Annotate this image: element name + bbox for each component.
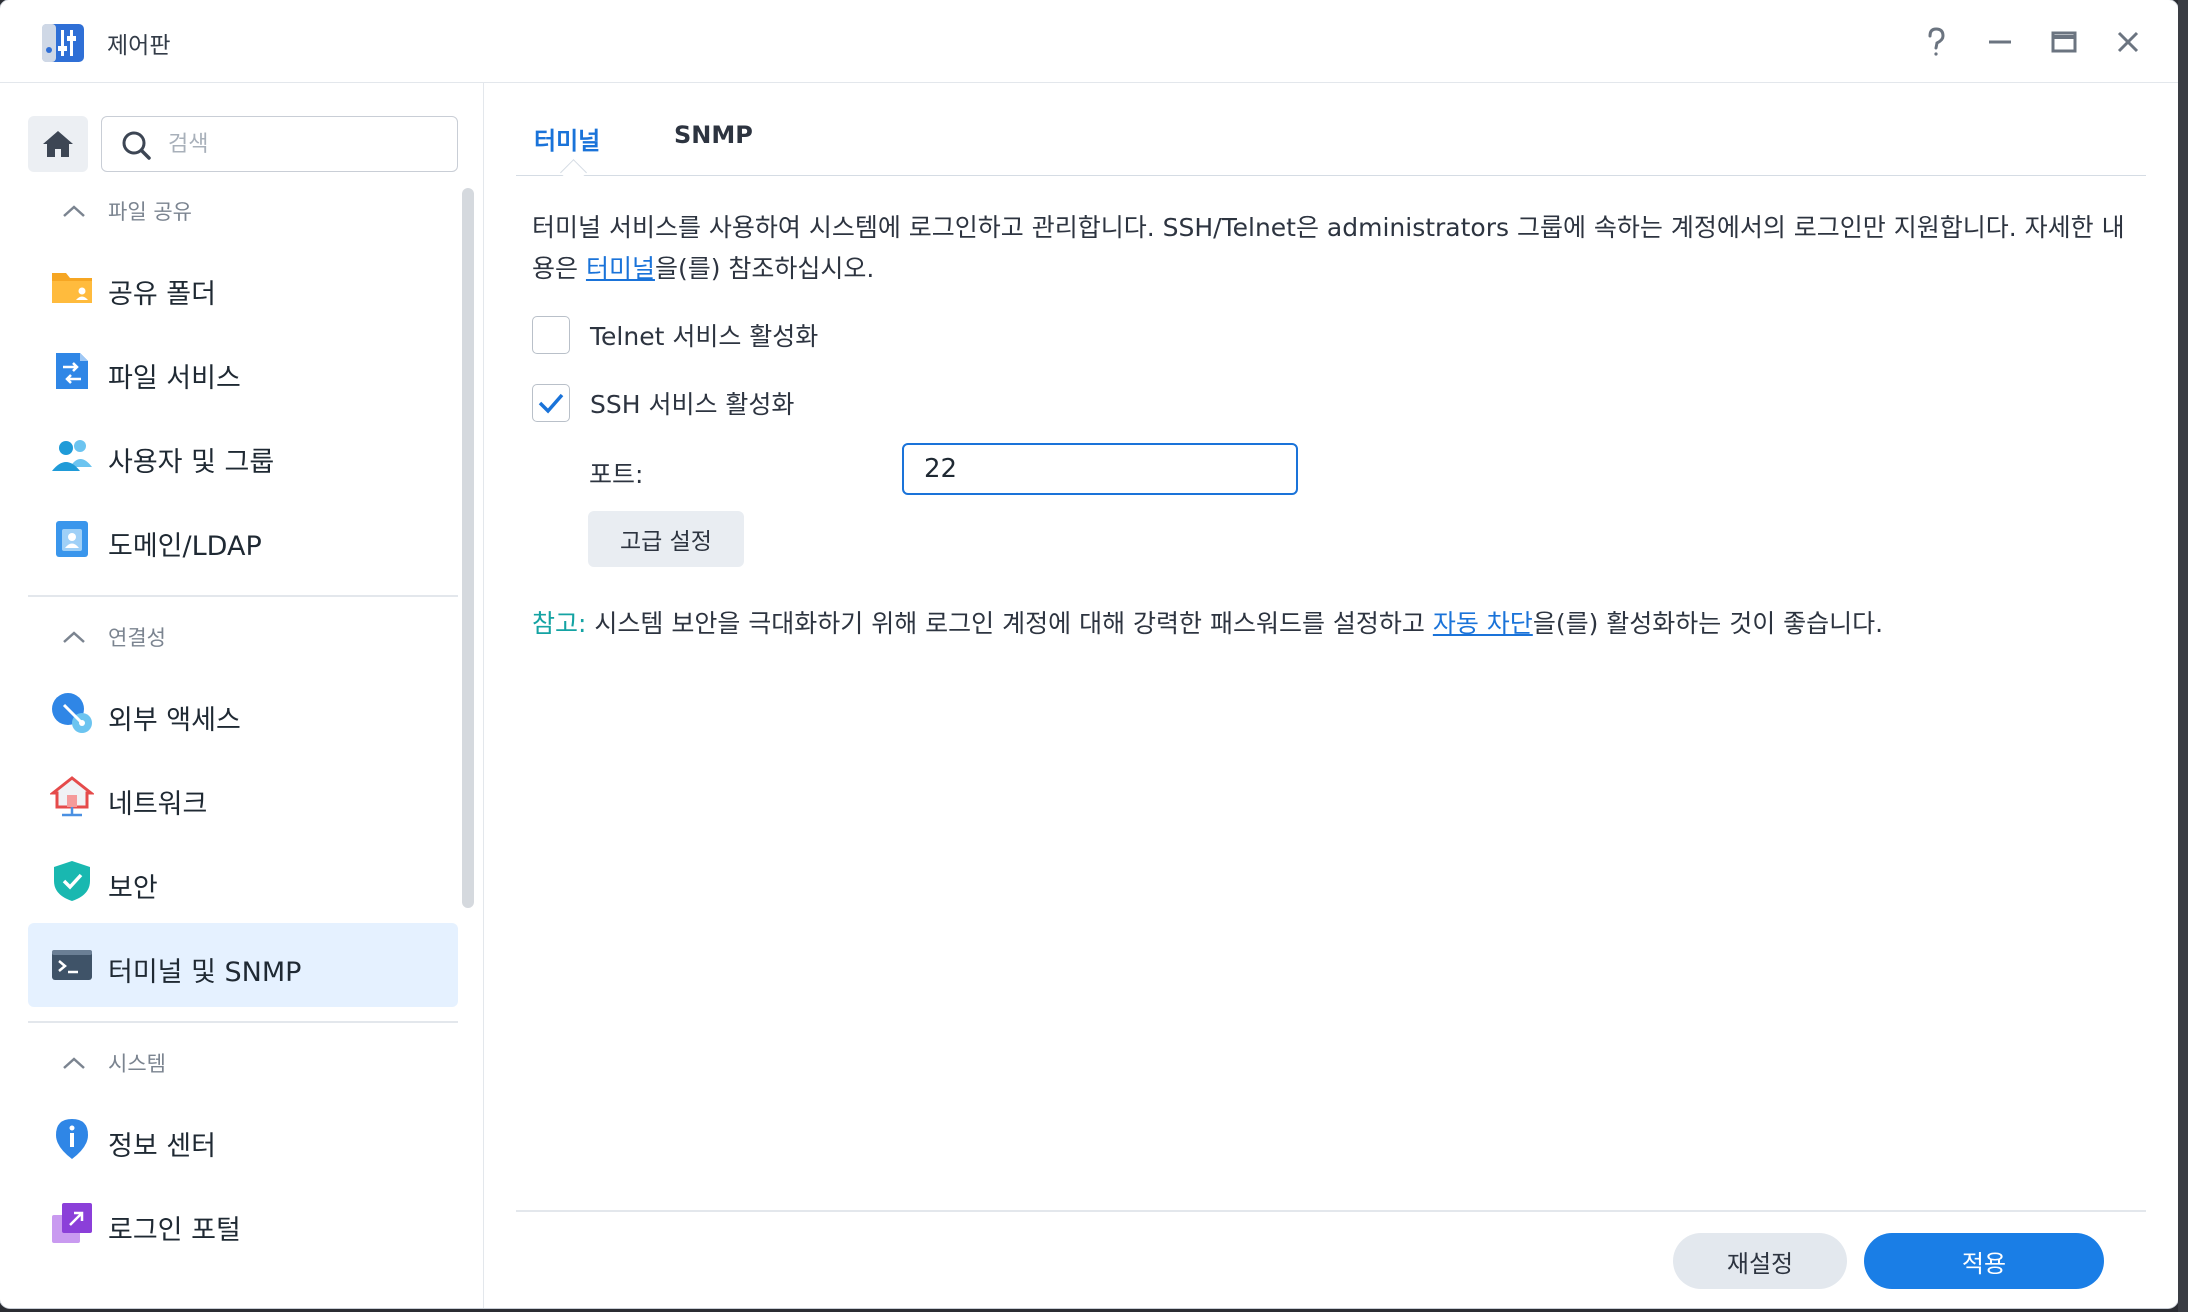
description-text-end: 을(를) 참조하십시오. [654, 254, 875, 283]
terminal-icon [52, 950, 92, 980]
minimize-icon [1989, 40, 2011, 44]
tab-terminal[interactable]: 터미널 [534, 121, 600, 156]
sidebar-item-label: 터미널 및 SNMP [108, 957, 302, 988]
desktop-background [2178, 0, 2188, 1312]
sidebar-item-label: 파일 서비스 [108, 363, 241, 394]
active-tab-indicator [560, 159, 587, 186]
sidebar-item-label: 도메인/LDAP [108, 531, 262, 562]
sidebar: 파일 공유 공유 폴더 파일 서비스 [0, 83, 484, 1308]
port-label: 포트: [589, 460, 644, 489]
control-panel-app-icon [42, 24, 84, 62]
ssh-option[interactable]: SSH 서비스 활성화 [532, 383, 794, 423]
search-input[interactable] [166, 127, 440, 161]
terminal-description: 터미널 서비스를 사용하여 시스템에 로그인하고 관리합니다. SSH/Teln… [532, 207, 2132, 289]
sidebar-item-label: 보안 [108, 873, 158, 904]
close-icon [2117, 31, 2139, 53]
telnet-option[interactable]: Telnet 서비스 활성화 [532, 315, 818, 355]
minimize-button[interactable] [1978, 20, 2022, 64]
tab-bar: 터미널 SNMP [516, 83, 2146, 186]
sidebar-item-label: 로그인 포털 [108, 1215, 241, 1246]
sidebar-item-partial[interactable] [28, 1269, 458, 1308]
section-label: 파일 공유 [108, 200, 192, 224]
sidebar-item-label: 외부 액세스 [108, 705, 241, 736]
file-services-icon [56, 353, 88, 389]
sidebar-item-users-groups[interactable]: 사용자 및 그룹 [28, 413, 458, 497]
window-title: 제어판 [107, 33, 171, 59]
help-icon [1928, 27, 1945, 56]
chevron-up-icon [63, 205, 85, 217]
note-label: 참고: [532, 609, 587, 638]
ssh-label: SSH 서비스 활성화 [590, 390, 795, 419]
title-bar: 제어판 [0, 0, 2178, 83]
main-content: 터미널 SNMP 터미널 서비스를 사용하여 시스템에 로그인하고 관리합니다.… [484, 83, 2178, 1308]
shared-folder-icon [52, 273, 92, 303]
note-text: 시스템 보안을 극대화하기 위해 로그인 계정에 대해 강력한 패스워드를 설정… [586, 609, 1433, 638]
sidebar-item-network[interactable]: 네트워크 [28, 755, 458, 839]
security-note: 참고: 시스템 보안을 극대화하기 위해 로그인 계정에 대해 강력한 패스워드… [532, 603, 1883, 644]
sidebar-divider [28, 1021, 458, 1023]
section-label: 연결성 [108, 626, 166, 650]
reset-button[interactable]: 재설정 [1673, 1233, 1847, 1289]
sidebar-item-label: 네트워크 [108, 789, 208, 820]
ssh-checkbox[interactable] [532, 384, 570, 422]
users-icon [52, 440, 92, 471]
sidebar-item-external-access[interactable]: 외부 액세스 [28, 671, 458, 755]
chevron-up-icon [63, 631, 85, 643]
control-panel-window: 제어판 검색 파일 공유 공유 폴더 파일 서비스 사용자 및 그룹 도메인/L… [0, 0, 2178, 1308]
section-system[interactable]: 시스템 [28, 1038, 458, 1088]
sidebar-item-file-services[interactable]: 파일 서비스 [28, 329, 458, 413]
sidebar-item-label: 정보 센터 [108, 1131, 216, 1162]
note-text-end: 을(를) 활성화하는 것이 좋습니다. [1532, 609, 1884, 638]
sidebar-item-security[interactable]: 보안 [28, 839, 458, 923]
advanced-settings-button[interactable]: 고급 설정 [588, 511, 744, 567]
port-input[interactable] [902, 443, 1298, 495]
telnet-checkbox[interactable] [532, 316, 570, 354]
partially-visible-icon [50, 1289, 94, 1308]
maximize-button[interactable] [2042, 20, 2086, 64]
sidebar-scrollbar[interactable] [462, 188, 474, 908]
apply-button[interactable]: 적용 [1864, 1233, 2104, 1289]
sidebar-item-label: 공유 폴더 [108, 279, 216, 310]
search-box[interactable] [101, 116, 458, 172]
sidebar-item-domain-ldap[interactable]: 도메인/LDAP [28, 497, 458, 581]
info-icon [56, 1119, 88, 1159]
domain-icon [56, 521, 88, 557]
section-connectivity[interactable]: 연결성 [28, 612, 458, 662]
maximize-icon [2051, 31, 2077, 53]
sidebar-item-label: 사용자 및 그룹 [108, 447, 275, 478]
telnet-label: Telnet 서비스 활성화 [590, 322, 819, 351]
home-icon [43, 131, 73, 157]
sidebar-item-terminal-snmp[interactable]: 터미널 및 SNMP [28, 923, 458, 1007]
section-label: 시스템 [108, 1052, 166, 1076]
sidebar-item-login-portal[interactable]: 로그인 포털 [28, 1181, 458, 1265]
tab-snmp[interactable]: SNMP [674, 121, 753, 149]
auto-block-link[interactable]: 자동 차단 [1433, 609, 1533, 638]
section-file-sharing[interactable]: 파일 공유 [28, 186, 458, 236]
login-portal-icon [52, 1203, 92, 1243]
sidebar-item-info-center[interactable]: 정보 센터 [28, 1097, 458, 1181]
terminal-help-link[interactable]: 터미널 [586, 254, 655, 283]
help-button[interactable] [1914, 20, 1958, 64]
external-access-icon [52, 693, 92, 733]
footer-divider [516, 1210, 2146, 1212]
close-button[interactable] [2106, 20, 2150, 64]
home-button[interactable] [28, 116, 88, 172]
chevron-up-icon [63, 1057, 85, 1069]
search-icon [122, 131, 151, 160]
sidebar-item-shared-folder[interactable]: 공유 폴더 [28, 245, 458, 329]
checkmark-icon [538, 393, 564, 414]
network-house-icon [50, 776, 94, 817]
sidebar-divider [28, 595, 458, 597]
shield-icon [54, 861, 90, 901]
